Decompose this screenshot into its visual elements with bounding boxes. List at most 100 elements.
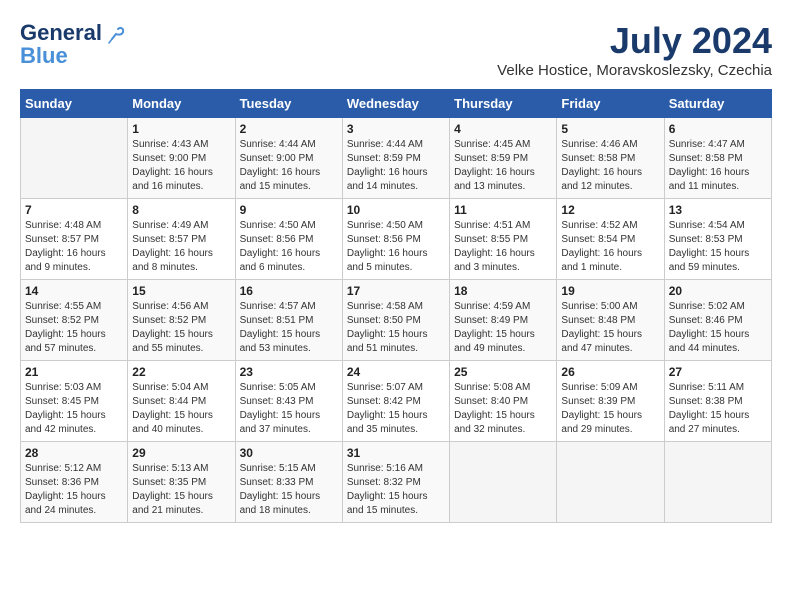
day-number: 23	[240, 365, 338, 379]
day-number: 28	[25, 446, 123, 460]
day-number: 19	[561, 284, 659, 298]
page-header: General Blue July 2024 Velke Hostice, Mo…	[20, 20, 772, 79]
day-info: Sunrise: 5:02 AM Sunset: 8:46 PM Dayligh…	[669, 300, 767, 356]
day-info: Sunrise: 4:47 AM Sunset: 8:58 PM Dayligh…	[669, 138, 767, 194]
calendar-cell: 4 Sunrise: 4:45 AM Sunset: 8:59 PM Daylig…	[450, 118, 557, 199]
calendar-cell: 20 Sunrise: 5:02 AM Sunset: 8:46 PM Dayli…	[664, 280, 771, 361]
day-number: 6	[669, 122, 767, 136]
day-number: 16	[240, 284, 338, 298]
day-info: Sunrise: 4:44 AM Sunset: 9:00 PM Dayligh…	[240, 138, 338, 194]
col-sunday: Sunday	[21, 90, 128, 118]
calendar-cell: 14Sunrise: 4:55 AM Sunset: 8:52 PM Dayli…	[21, 280, 128, 361]
day-number: 11	[454, 203, 552, 217]
calendar-cell: 18 Sunrise: 4:59 AM Sunset: 8:49 PM Dayli…	[450, 280, 557, 361]
logo-bird-icon	[104, 25, 126, 47]
calendar-cell: 13 Sunrise: 4:54 AM Sunset: 8:53 PM Dayli…	[664, 199, 771, 280]
location-text: Velke Hostice, Moravskoslezsky, Czechia	[497, 62, 772, 79]
day-info: Sunrise: 4:50 AM Sunset: 8:56 PM Dayligh…	[240, 219, 338, 275]
day-number: 27	[669, 365, 767, 379]
calendar-cell: 15 Sunrise: 4:56 AM Sunset: 8:52 PM Dayli…	[128, 280, 235, 361]
day-info: Sunrise: 4:45 AM Sunset: 8:59 PM Dayligh…	[454, 138, 552, 194]
calendar-cell: 29 Sunrise: 5:13 AM Sunset: 8:35 PM Dayli…	[128, 442, 235, 523]
day-info: Sunrise: 4:56 AM Sunset: 8:52 PM Dayligh…	[132, 300, 230, 356]
day-info: Sunrise: 5:11 AM Sunset: 8:38 PM Dayligh…	[669, 381, 767, 437]
calendar-cell: 2Sunrise: 4:44 AM Sunset: 9:00 PM Daylig…	[235, 118, 342, 199]
day-info: Sunrise: 4:43 AM Sunset: 9:00 PM Dayligh…	[132, 138, 230, 194]
calendar-week-row-3: 14Sunrise: 4:55 AM Sunset: 8:52 PM Dayli…	[21, 280, 772, 361]
day-number: 21	[25, 365, 123, 379]
logo-general-text: General	[20, 20, 102, 45]
calendar-cell: 25 Sunrise: 5:08 AM Sunset: 8:40 PM Dayli…	[450, 361, 557, 442]
calendar-cell	[664, 442, 771, 523]
title-block: July 2024 Velke Hostice, Moravskoslezsky…	[497, 20, 772, 79]
day-number: 9	[240, 203, 338, 217]
day-number: 12	[561, 203, 659, 217]
day-info: Sunrise: 4:46 AM Sunset: 8:58 PM Dayligh…	[561, 138, 659, 194]
calendar-cell: 8 Sunrise: 4:49 AM Sunset: 8:57 PM Daylig…	[128, 199, 235, 280]
day-info: Sunrise: 5:04 AM Sunset: 8:44 PM Dayligh…	[132, 381, 230, 437]
day-info: Sunrise: 5:13 AM Sunset: 8:35 PM Dayligh…	[132, 462, 230, 518]
day-number: 18	[454, 284, 552, 298]
day-number: 20	[669, 284, 767, 298]
calendar-cell: 12 Sunrise: 4:52 AM Sunset: 8:54 PM Dayli…	[557, 199, 664, 280]
col-monday: Monday	[128, 90, 235, 118]
calendar-cell	[557, 442, 664, 523]
col-friday: Friday	[557, 90, 664, 118]
day-info: Sunrise: 5:03 AM Sunset: 8:45 PM Dayligh…	[25, 381, 123, 437]
calendar-cell: 9 Sunrise: 4:50 AM Sunset: 8:56 PM Daylig…	[235, 199, 342, 280]
calendar-cell	[21, 118, 128, 199]
calendar-week-row-4: 21 Sunrise: 5:03 AM Sunset: 8:45 PM Dayli…	[21, 361, 772, 442]
day-number: 22	[132, 365, 230, 379]
day-info: Sunrise: 5:08 AM Sunset: 8:40 PM Dayligh…	[454, 381, 552, 437]
calendar-cell: 1 Sunrise: 4:43 AM Sunset: 9:00 PM Daylig…	[128, 118, 235, 199]
calendar-cell: 28 Sunrise: 5:12 AM Sunset: 8:36 PM Dayli…	[21, 442, 128, 523]
day-number: 5	[561, 122, 659, 136]
calendar-cell: 5 Sunrise: 4:46 AM Sunset: 8:58 PM Daylig…	[557, 118, 664, 199]
day-info: Sunrise: 4:57 AM Sunset: 8:51 PM Dayligh…	[240, 300, 338, 356]
day-number: 8	[132, 203, 230, 217]
day-info: Sunrise: 5:12 AM Sunset: 8:36 PM Dayligh…	[25, 462, 123, 518]
day-info: Sunrise: 4:54 AM Sunset: 8:53 PM Dayligh…	[669, 219, 767, 275]
day-info: Sunrise: 4:49 AM Sunset: 8:57 PM Dayligh…	[132, 219, 230, 275]
day-info: Sunrise: 4:52 AM Sunset: 8:54 PM Dayligh…	[561, 219, 659, 275]
day-number: 15	[132, 284, 230, 298]
col-saturday: Saturday	[664, 90, 771, 118]
day-number: 4	[454, 122, 552, 136]
day-number: 1	[132, 122, 230, 136]
calendar-cell: 3 Sunrise: 4:44 AM Sunset: 8:59 PM Daylig…	[342, 118, 449, 199]
day-number: 13	[669, 203, 767, 217]
calendar-cell: 19 Sunrise: 5:00 AM Sunset: 8:48 PM Dayli…	[557, 280, 664, 361]
month-title: July 2024	[497, 20, 772, 62]
day-number: 31	[347, 446, 445, 460]
day-info: Sunrise: 5:16 AM Sunset: 8:32 PM Dayligh…	[347, 462, 445, 518]
day-info: Sunrise: 4:59 AM Sunset: 8:49 PM Dayligh…	[454, 300, 552, 356]
day-info: Sunrise: 4:48 AM Sunset: 8:57 PM Dayligh…	[25, 219, 123, 275]
calendar-cell	[450, 442, 557, 523]
calendar-table: Sunday Monday Tuesday Wednesday Thursday…	[20, 89, 772, 523]
calendar-cell: 22 Sunrise: 5:04 AM Sunset: 8:44 PM Dayli…	[128, 361, 235, 442]
day-number: 17	[347, 284, 445, 298]
day-number: 26	[561, 365, 659, 379]
day-info: Sunrise: 5:09 AM Sunset: 8:39 PM Dayligh…	[561, 381, 659, 437]
day-info: Sunrise: 4:44 AM Sunset: 8:59 PM Dayligh…	[347, 138, 445, 194]
day-info: Sunrise: 5:00 AM Sunset: 8:48 PM Dayligh…	[561, 300, 659, 356]
calendar-cell: 16 Sunrise: 4:57 AM Sunset: 8:51 PM Dayli…	[235, 280, 342, 361]
day-info: Sunrise: 4:58 AM Sunset: 8:50 PM Dayligh…	[347, 300, 445, 356]
calendar-cell: 10Sunrise: 4:50 AM Sunset: 8:56 PM Dayli…	[342, 199, 449, 280]
calendar-header-row: Sunday Monday Tuesday Wednesday Thursday…	[21, 90, 772, 118]
calendar-cell: 23Sunrise: 5:05 AM Sunset: 8:43 PM Dayli…	[235, 361, 342, 442]
day-number: 3	[347, 122, 445, 136]
calendar-cell: 26 Sunrise: 5:09 AM Sunset: 8:39 PM Dayli…	[557, 361, 664, 442]
calendar-week-row-2: 7 Sunrise: 4:48 AM Sunset: 8:57 PM Daylig…	[21, 199, 772, 280]
day-number: 14	[25, 284, 123, 298]
calendar-cell: 27 Sunrise: 5:11 AM Sunset: 8:38 PM Dayli…	[664, 361, 771, 442]
col-wednesday: Wednesday	[342, 90, 449, 118]
calendar-cell: 21 Sunrise: 5:03 AM Sunset: 8:45 PM Dayli…	[21, 361, 128, 442]
day-number: 30	[240, 446, 338, 460]
col-thursday: Thursday	[450, 90, 557, 118]
calendar-cell: 17 Sunrise: 4:58 AM Sunset: 8:50 PM Dayli…	[342, 280, 449, 361]
day-number: 7	[25, 203, 123, 217]
day-number: 10	[347, 203, 445, 217]
day-number: 25	[454, 365, 552, 379]
day-number: 29	[132, 446, 230, 460]
